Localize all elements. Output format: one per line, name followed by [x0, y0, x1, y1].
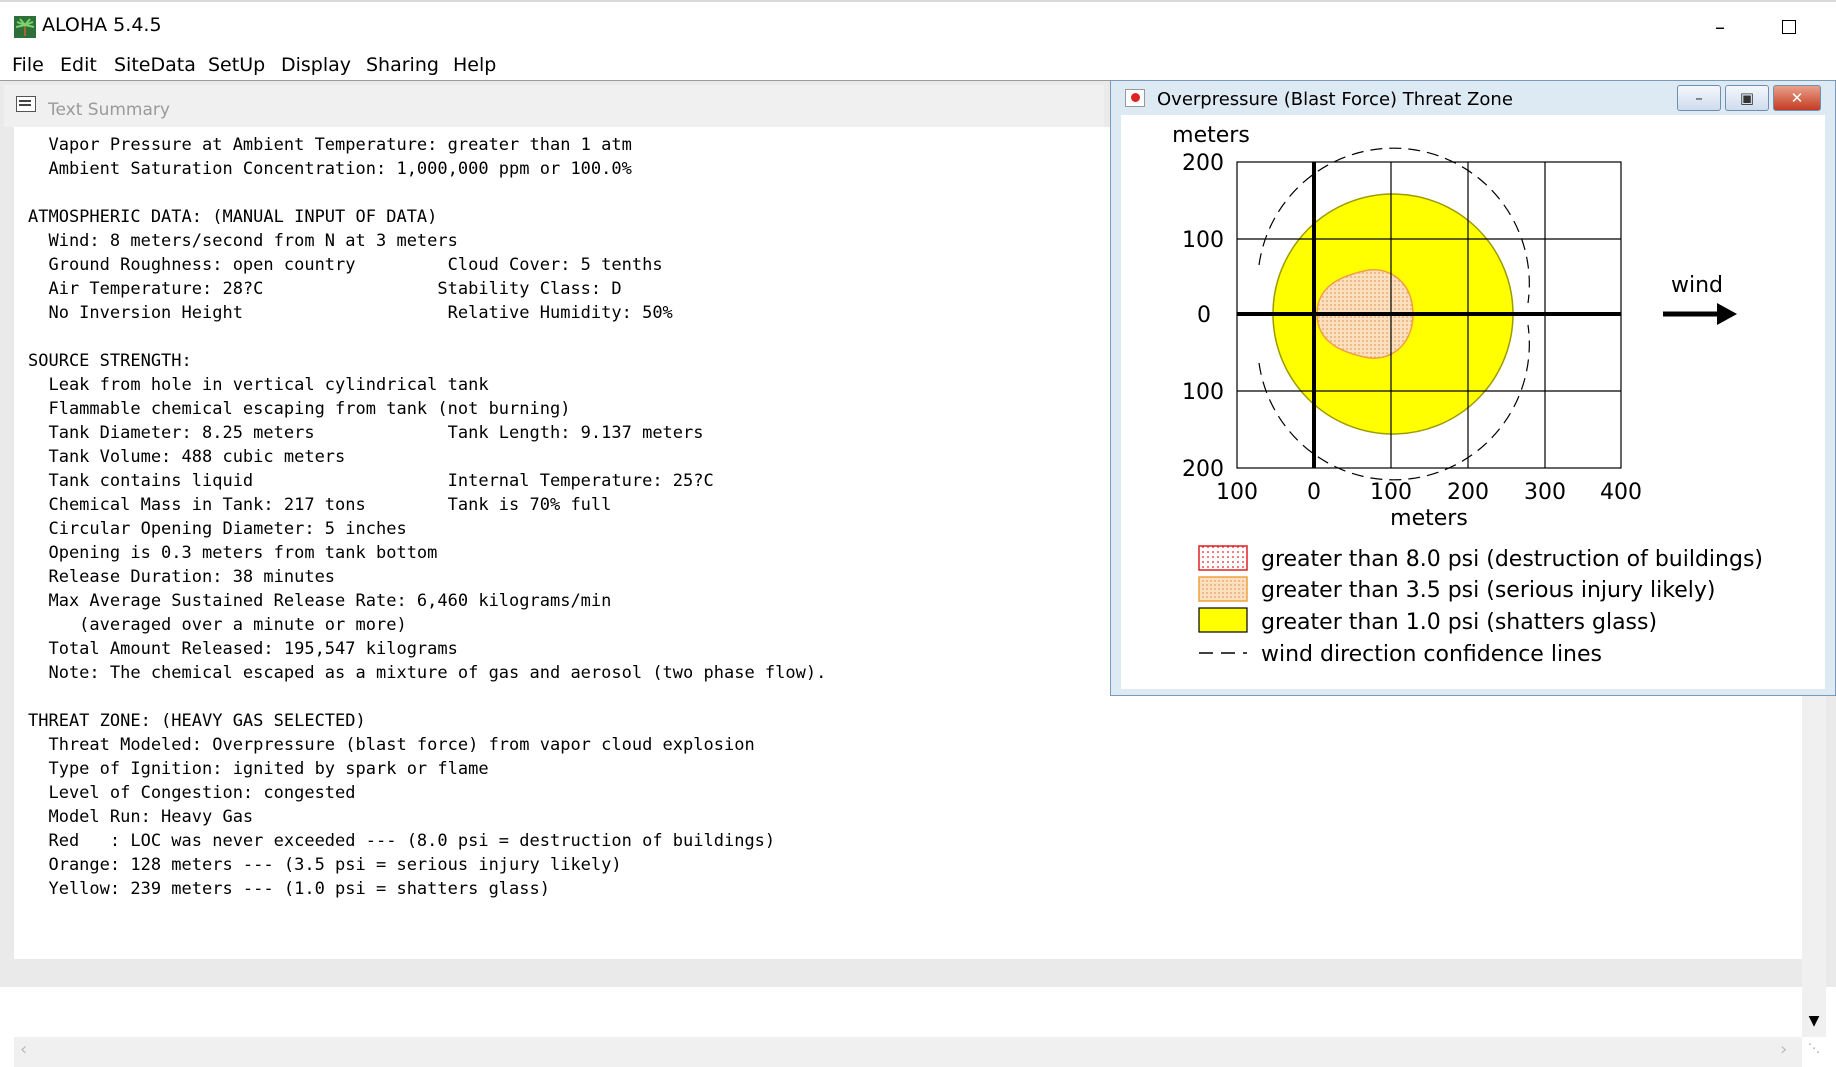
- x-axis-title: meters: [1390, 506, 1468, 531]
- summary-line: Vapor Pressure at Ambient Temperature: g…: [28, 135, 632, 155]
- y-tick-label: 200: [1182, 151, 1224, 176]
- summary-line: Red : LOC was never exceeded --- (8.0 ps…: [28, 831, 776, 851]
- x-tick-label: 300: [1524, 480, 1566, 505]
- summary-text: Vapor Pressure at Ambient Temperature: g…: [28, 133, 826, 901]
- summary-line: Ambient Saturation Concentration: 1,000,…: [28, 159, 632, 179]
- summary-line: Wind: 8 meters/second from N at 3 meters: [28, 231, 458, 251]
- summary-line: Tank Volume: 488 cubic meters: [28, 447, 346, 467]
- summary-line: ATMOSPHERIC DATA: (MANUAL INPUT OF DATA): [28, 207, 438, 227]
- summary-line: Tank contains liquid Internal Temperatur…: [28, 471, 714, 491]
- summary-line: Level of Congestion: congested: [28, 783, 356, 803]
- threat-zone-plot: meters 200 100 0 100 200 100 0 100 200 3…: [1172, 123, 1763, 667]
- summary-line: Total Amount Released: 195,547 kilograms: [28, 639, 458, 659]
- threat-zone-window: Overpressure (Blast Force) Threat Zone –…: [1110, 80, 1836, 696]
- legend: greater than 8.0 psi (destruction of bui…: [1198, 545, 1763, 667]
- document-icon: [16, 96, 36, 112]
- maximize-icon: [1782, 20, 1796, 34]
- summary-line: Release Duration: 38 minutes: [28, 567, 336, 587]
- summary-line: Leak from hole in vertical cylindrical t…: [28, 375, 489, 395]
- app-title: ALOHA 5.4.5: [42, 14, 162, 36]
- threat-zone-plot-area: meters 200 100 0 100 200 100 0 100 200 3…: [1121, 115, 1825, 689]
- wind-arrow-icon: [1663, 303, 1737, 325]
- summary-line: Model Run: Heavy Gas: [28, 807, 254, 827]
- wind-label: wind: [1671, 273, 1723, 298]
- summary-line: (averaged over a minute or more): [28, 615, 407, 635]
- menu-file[interactable]: File: [12, 54, 44, 76]
- menu-display[interactable]: Display: [281, 54, 351, 76]
- threat-zone-icon: [1125, 89, 1145, 107]
- x-tick-label: 200: [1447, 480, 1489, 505]
- legend-swatch-yellow: [1198, 607, 1248, 633]
- summary-line: Ground Roughness: open country Cloud Cov…: [28, 255, 663, 275]
- minimize-button[interactable]: –: [1702, 10, 1738, 44]
- menu-bar: File Edit SiteData SetUp Display Sharing…: [0, 50, 1836, 82]
- app-titlebar: ALOHA 5.4.5 –: [0, 0, 1836, 50]
- summary-line: Tank Diameter: 8.25 meters Tank Length: …: [28, 423, 704, 443]
- tz-restore-button[interactable]: ▣: [1725, 85, 1769, 111]
- text-summary-titlebar[interactable]: Text Summary: [4, 85, 1104, 127]
- y-tick-label: 100: [1182, 228, 1224, 253]
- summary-line: No Inversion Height Relative Humidity: 5…: [28, 303, 673, 323]
- x-tick-label: 100: [1370, 480, 1412, 505]
- vertical-scrollbar[interactable]: [1802, 651, 1826, 1037]
- y-tick-label: 200: [1182, 457, 1224, 482]
- menu-help[interactable]: Help: [453, 54, 496, 76]
- legend-label: greater than 1.0 psi (shatters glass): [1261, 610, 1657, 635]
- summary-line: Opening is 0.3 meters from tank bottom: [28, 543, 438, 563]
- legend-label: wind direction confidence lines: [1261, 642, 1602, 667]
- x-tick-label: 400: [1600, 480, 1642, 505]
- legend-label: greater than 8.0 psi (destruction of bui…: [1261, 547, 1763, 572]
- summary-line: Flammable chemical escaping from tank (n…: [28, 399, 571, 419]
- summary-line: Type of Ignition: ignited by spark or fl…: [28, 759, 489, 779]
- summary-line: Air Temperature: 28?C Stability Class: D: [28, 279, 622, 299]
- resize-grip-icon[interactable]: ⋱: [1808, 1041, 1826, 1059]
- y-axis-title: meters: [1172, 123, 1250, 148]
- palm-tree-icon: [14, 16, 36, 38]
- tz-close-button[interactable]: ✕: [1773, 85, 1821, 111]
- scroll-left-icon[interactable]: ‹: [20, 1039, 27, 1060]
- summary-line: Chemical Mass in Tank: 217 tons Tank is …: [28, 495, 612, 515]
- x-tick-label: 100: [1216, 480, 1258, 505]
- threat-zone-title: Overpressure (Blast Force) Threat Zone: [1157, 89, 1513, 110]
- y-tick-label: 100: [1182, 380, 1224, 405]
- summary-line: SOURCE STRENGTH:: [28, 351, 192, 371]
- scroll-right-icon[interactable]: ›: [1780, 1039, 1787, 1060]
- maximize-button[interactable]: [1770, 10, 1806, 44]
- summary-line: Yellow: 239 meters --- (1.0 psi = shatte…: [28, 879, 550, 899]
- summary-line: Orange: 128 meters --- (3.5 psi = seriou…: [28, 855, 622, 875]
- legend-swatch-orange: [1198, 576, 1248, 602]
- y-tick-label: 0: [1197, 303, 1211, 328]
- tz-minimize-button[interactable]: –: [1677, 85, 1721, 111]
- summary-line: Note: The chemical escaped as a mixture …: [28, 663, 827, 683]
- summary-line: THREAT ZONE: (HEAVY GAS SELECTED): [28, 711, 366, 731]
- summary-line: Threat Modeled: Overpressure (blast forc…: [28, 735, 755, 755]
- legend-label: greater than 3.5 psi (serious injury lik…: [1261, 578, 1715, 603]
- menu-sharing[interactable]: Sharing: [366, 54, 439, 76]
- menu-setup[interactable]: SetUp: [208, 54, 265, 76]
- legend-swatch-red: [1198, 545, 1248, 571]
- horizontal-scrollbar[interactable]: ‹ ›: [14, 1037, 1802, 1067]
- summary-line: Max Average Sustained Release Rate: 6,46…: [28, 591, 612, 611]
- menu-edit[interactable]: Edit: [60, 54, 97, 76]
- menu-sitedata[interactable]: SiteData: [114, 54, 196, 76]
- scroll-down-icon[interactable]: ▼: [1804, 1009, 1824, 1033]
- x-tick-label: 0: [1307, 480, 1321, 505]
- text-summary-title: Text Summary: [48, 100, 170, 120]
- summary-line: Circular Opening Diameter: 5 inches: [28, 519, 407, 539]
